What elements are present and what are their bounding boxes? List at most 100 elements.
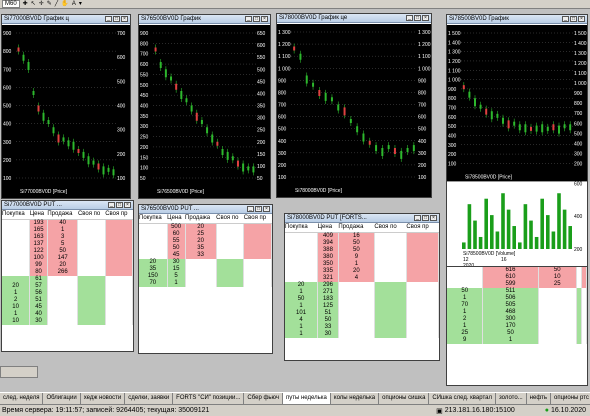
- order-book-window-2[interactable]: Si76500BV0D PUT ... _ □ × Покупка Цена Прода…: [138, 204, 273, 354]
- ask-row[interactable]: 500 20: [139, 223, 272, 231]
- price-chart[interactable]: 900 800 700 600 550 500 450 400 350 300 250 200 150 1…: [139, 25, 270, 198]
- ask-row[interactable]: 137 5: [2, 240, 133, 248]
- book-titlebar[interactable]: Si78000BV0D PUT [FORTS... _ □ ×: [285, 214, 439, 223]
- bid-row[interactable]: 70 505: [447, 302, 587, 309]
- bid-row[interactable]: 4 50: [285, 316, 439, 324]
- bid-row[interactable]: 20 296: [285, 281, 439, 289]
- pencil-icon[interactable]: ✎: [47, 0, 52, 8]
- ask-row[interactable]: 335 20: [285, 267, 439, 275]
- bid-row[interactable]: 70 1: [139, 279, 272, 287]
- workspace-tab[interactable]: колы неделька: [331, 393, 380, 404]
- workspace-tab[interactable]: хедж новости: [81, 393, 126, 404]
- bid-row[interactable]: 61: [2, 275, 133, 283]
- chart-window-2[interactable]: Si76500BV0D График _ □ × 900 800 700 600 550 50…: [138, 14, 271, 199]
- chart-window-4[interactable]: Si78500BV0D График _ □ × 1 500 1 400 1 300 1 …: [446, 14, 588, 270]
- book-header-cell[interactable]: Своя пр: [406, 223, 439, 233]
- bid-row[interactable]: 1 506: [447, 295, 587, 302]
- maximize-icon[interactable]: □: [116, 202, 123, 208]
- book-titlebar[interactable]: Si76500BV0D PUT ... _ □ ×: [139, 205, 272, 214]
- line-tool-icon[interactable]: ╱: [55, 0, 59, 8]
- ask-row[interactable]: 193 40: [2, 219, 133, 227]
- workspace-tab[interactable]: FORTS "СИ" позиции...: [173, 393, 245, 404]
- ask-row[interactable]: 409 16: [285, 232, 439, 240]
- bid-row[interactable]: 2 51: [2, 296, 133, 304]
- close-icon[interactable]: ×: [261, 16, 268, 22]
- minimize-icon[interactable]: _: [245, 16, 252, 22]
- maximize-icon[interactable]: □: [113, 16, 120, 22]
- bid-row[interactable]: 50 183: [285, 295, 439, 303]
- order-book-table[interactable]: 616 50 610 10 599 25 50 511 1 506 70 505…: [447, 267, 587, 344]
- chart-titlebar[interactable]: Si78500BV0D График _ □ ×: [447, 15, 587, 24]
- ask-row[interactable]: 50 35: [139, 244, 272, 252]
- bid-row[interactable]: 20 57: [2, 282, 133, 290]
- minimize-icon[interactable]: _: [406, 15, 413, 21]
- maximize-icon[interactable]: □: [570, 16, 577, 22]
- bid-row[interactable]: 25 50: [447, 330, 587, 337]
- book-header-cell[interactable]: Цена: [167, 214, 186, 224]
- bid-row[interactable]: 1 33: [285, 323, 439, 331]
- bid-row[interactable]: 50 511: [447, 288, 587, 295]
- maximize-icon[interactable]: □: [253, 16, 260, 22]
- workspace-tab[interactable]: Облигации: [43, 393, 81, 404]
- book-titlebar[interactable]: Si77000BV0D PUT ... _ □ ×: [2, 201, 133, 210]
- bid-row[interactable]: 1 56: [2, 289, 133, 297]
- maximize-icon[interactable]: □: [255, 206, 262, 212]
- ask-row[interactable]: 100 147: [2, 254, 133, 262]
- book-header-cell[interactable]: Своя по: [374, 223, 407, 233]
- ask-row[interactable]: 122 50: [2, 247, 133, 255]
- order-book-table[interactable]: Покупка Цена Продажа Своя по Своя пр 409 16 …: [285, 223, 439, 338]
- minimized-window-bar[interactable]: [0, 366, 38, 378]
- ask-row[interactable]: 163 3: [2, 233, 133, 241]
- order-book-window-1[interactable]: Si77000BV0D PUT ... _ □ × Покупка Цена Прода…: [1, 200, 134, 352]
- close-icon[interactable]: ×: [422, 15, 429, 21]
- book-header-cell[interactable]: Своя по: [216, 214, 244, 224]
- book-header-cell[interactable]: Покупка: [139, 214, 168, 224]
- close-icon[interactable]: ×: [124, 202, 131, 208]
- chart-titlebar[interactable]: Si77000BV0D График ц _ □ ×: [2, 15, 130, 24]
- ask-row[interactable]: 60 25: [139, 230, 272, 238]
- workspace-tab[interactable]: нефть: [527, 393, 552, 404]
- chart-titlebar[interactable]: Si78000BV0D График це _ □ ×: [277, 14, 431, 23]
- ask-row[interactable]: 321 4: [285, 274, 439, 282]
- arrow-down-icon[interactable]: ▾: [79, 0, 82, 8]
- minimize-icon[interactable]: _: [562, 16, 569, 22]
- order-book-table[interactable]: Покупка Цена Продажа Своя по Своя пр 500 20 …: [139, 214, 272, 287]
- ask-row[interactable]: 350 1: [285, 260, 439, 268]
- workspace-tab[interactable]: золото...: [496, 393, 527, 404]
- price-chart[interactable]: 1 500 1 400 1 300 1 200 1 100 1 000 900 800 700 6…: [447, 25, 587, 269]
- hand-icon[interactable]: ✋: [61, 0, 68, 8]
- book-header-cell[interactable]: Продажа: [185, 214, 217, 224]
- maximize-icon[interactable]: □: [422, 215, 429, 221]
- crosshair-icon[interactable]: ✛: [39, 0, 44, 8]
- workspace-tab[interactable]: путы неделька: [283, 393, 331, 404]
- bid-row[interactable]: 1 40: [2, 310, 133, 318]
- order-book-window-4[interactable]: 616 50 610 10 599 25 50 511 1 506 70 505…: [446, 266, 588, 386]
- close-icon[interactable]: ×: [430, 215, 437, 221]
- zoom-in-icon[interactable]: ✚: [23, 0, 28, 8]
- bid-row[interactable]: 20 30: [139, 258, 272, 266]
- price-chart[interactable]: 900 800 700 600 500 400 300 200 100 700 600 500 400 3…: [2, 25, 130, 198]
- bid-row[interactable]: 1 170: [447, 323, 587, 330]
- text-tool-icon[interactable]: A: [72, 0, 76, 8]
- bid-row[interactable]: 101 51: [285, 309, 439, 317]
- workspace-tab[interactable]: опционы сишка: [379, 393, 430, 404]
- ask-row[interactable]: 380 9: [285, 253, 439, 261]
- bid-row[interactable]: 10 30: [2, 317, 133, 325]
- book-header-cell[interactable]: Продажа: [338, 223, 375, 233]
- ask-row[interactable]: 610 10: [447, 274, 587, 281]
- bid-row[interactable]: 1 271: [285, 288, 439, 296]
- bid-row[interactable]: 150 5: [139, 272, 272, 280]
- minimize-icon[interactable]: _: [105, 16, 112, 22]
- minimize-icon[interactable]: _: [414, 215, 421, 221]
- cursor-icon[interactable]: ↖: [31, 0, 36, 8]
- close-icon[interactable]: ×: [578, 16, 585, 22]
- ask-row[interactable]: 99 20: [2, 261, 133, 269]
- maximize-icon[interactable]: □: [414, 15, 421, 21]
- bid-row[interactable]: 1 468: [447, 309, 587, 316]
- order-book-window-3[interactable]: Si78000BV0D PUT [FORTS... _ □ × Покупка Цен…: [284, 213, 440, 361]
- price-chart[interactable]: 1 300 1 200 1 100 1 000 900 800 700 600 500 400 30…: [277, 24, 431, 197]
- close-icon[interactable]: ×: [263, 206, 270, 212]
- bid-row[interactable]: 1 125: [285, 302, 439, 310]
- order-book-table[interactable]: Покупка Цена Продажа Своя по Своя пр 193 40 …: [2, 210, 133, 325]
- book-header-cell[interactable]: Цена: [29, 210, 48, 220]
